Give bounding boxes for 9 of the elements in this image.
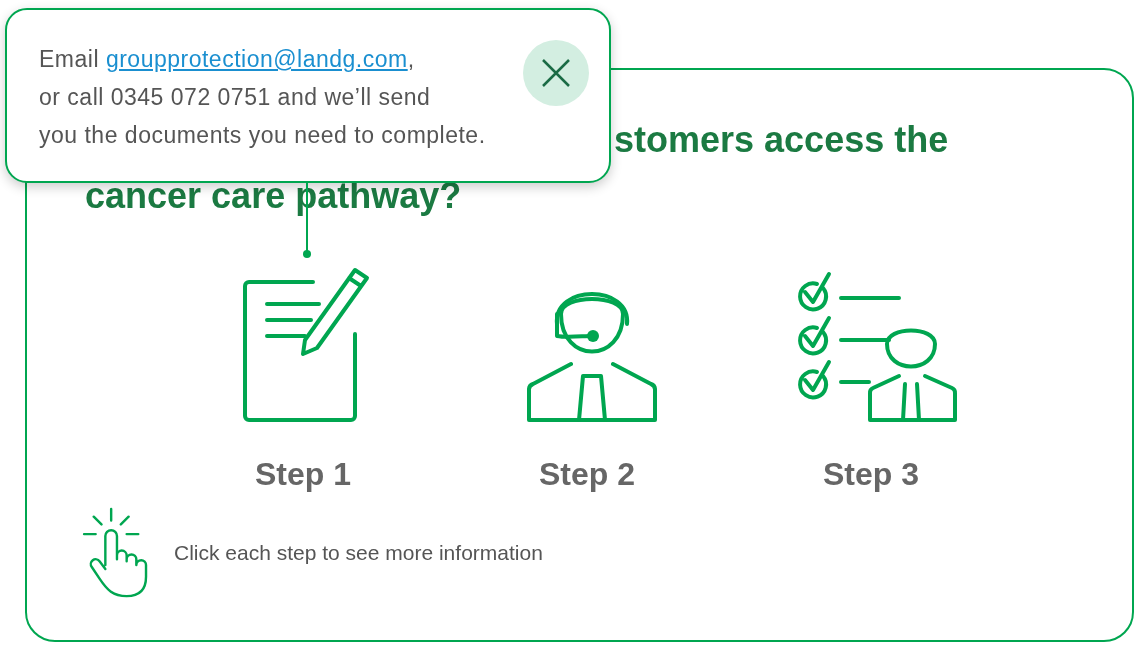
email-link[interactable]: groupprotection@landg.com [105, 46, 408, 72]
step-button[interactable]: Step 3 [795, 264, 1079, 493]
tapping-hand-icon [82, 507, 150, 599]
hint-text: Click each step to see more information [174, 541, 543, 565]
close-icon [541, 58, 571, 88]
step-button[interactable]: Step 1 [227, 264, 511, 493]
tooltip-text: Email groupprotection@landg.com, or call 0345 072 0751 and we’ll send you the documents you need to complete. [39, 45, 486, 150]
step-button[interactable]: Step 2 [511, 264, 795, 493]
heading: stomers access the [614, 122, 949, 158]
